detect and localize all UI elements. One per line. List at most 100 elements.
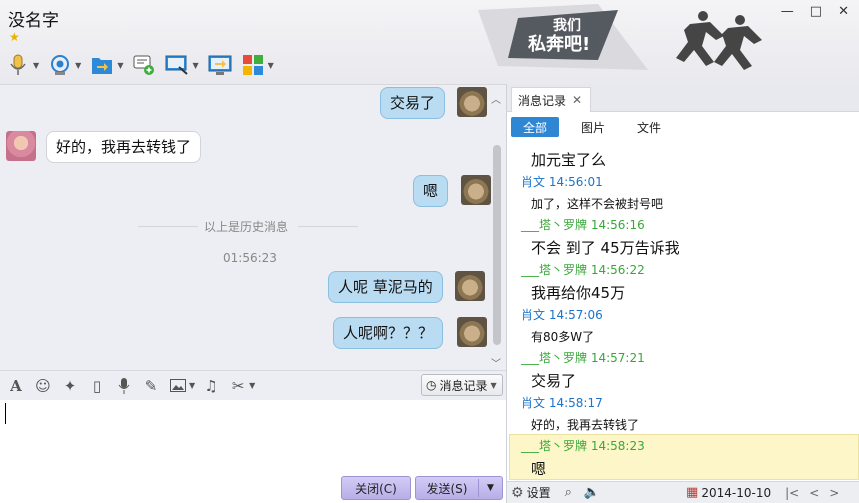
message-bubble: 人呢 草泥马的 (328, 271, 443, 303)
history-sender: ___塔丶罗牌 14:56:16 (521, 218, 645, 232)
close-tab-icon[interactable]: ✕ (572, 93, 582, 107)
history-footer: ⚙ 设置 ⌕ 🔈 ▦ 2014-10-10 |< < > (507, 481, 859, 503)
history-date: 2014-10-10 (701, 485, 772, 500)
history-message: 加了，这样不会被封号吧 (531, 197, 664, 211)
history-message: 交易了 (531, 372, 577, 390)
chevron-down-icon[interactable]: ▼ (249, 381, 255, 390)
calendar-icon: ▦ (686, 485, 699, 500)
chevron-down-icon[interactable]: ▼ (189, 381, 195, 390)
history-filters: 全部 图片 文件 (507, 112, 859, 144)
settings-label: 设置 (526, 486, 551, 500)
voice-icon[interactable] (113, 375, 135, 397)
history-sender: 肖文 14:58:17 (521, 396, 603, 410)
date-picker[interactable]: ▦ 2014-10-10 (686, 485, 771, 500)
settings-button[interactable]: ⚙ 设置 (511, 484, 551, 501)
screen-share-button[interactable]: ▼ (165, 52, 199, 78)
chevron-down-icon: ▼ (490, 380, 497, 390)
close-button[interactable]: 关闭(C) (341, 476, 411, 500)
history-message: 加元宝了么 (531, 151, 607, 169)
music-icon[interactable]: ♫ (200, 375, 222, 397)
avatar[interactable] (457, 87, 488, 117)
avatar[interactable] (6, 131, 36, 161)
first-page-icon[interactable]: |< (785, 486, 799, 500)
message-row: 好的，我再去转钱了 (6, 131, 202, 163)
close-window-button[interactable]: ✕ (838, 4, 849, 19)
window-controls: — □ ✕ (781, 4, 849, 19)
speaker-icon[interactable]: 🔈 (584, 485, 600, 500)
message-bubble: 交易了 (380, 87, 446, 119)
main-toolbar: ▼ ▼ ▼ ▼ ▼ (6, 52, 274, 78)
history-sender: ___塔丶罗牌 14:56:22 (521, 263, 645, 277)
apps-button[interactable]: ▼ (241, 52, 274, 78)
history-message: 嗯 (531, 460, 547, 478)
remote-desktop-icon (208, 53, 232, 77)
edit-icon[interactable]: ✎ (140, 375, 162, 397)
webcam-icon (48, 53, 72, 77)
minimize-button[interactable]: — (781, 4, 794, 19)
chevron-down-icon[interactable]: ▼ (117, 61, 123, 70)
avatar[interactable] (461, 175, 492, 205)
chevron-down-icon[interactable]: ▼ (268, 61, 274, 70)
scroll-up-icon[interactable]: ︿ (491, 91, 501, 106)
prev-page-icon[interactable]: < (809, 486, 819, 500)
history-tab-bar: 消息记录 ✕ (507, 84, 859, 112)
history-sender: 肖文 14:57:06 (521, 308, 603, 322)
message-bubble: 人呢啊？？？ (333, 317, 444, 349)
chat-scrollbar[interactable] (493, 145, 501, 345)
title-bar: 没名字 ★ 我们 私奔吧! — □ ✕ ▼ ▼ ▼ ▼ ▼ (0, 0, 859, 84)
file-transfer-button[interactable]: ▼ (90, 52, 123, 78)
message-bubble: 嗯 (413, 175, 449, 207)
scissors-icon[interactable]: ✂ (227, 375, 249, 397)
image-icon[interactable] (167, 375, 189, 397)
message-add-icon (132, 53, 156, 77)
remote-desktop-button[interactable] (208, 52, 232, 78)
clock-icon: ◷ (426, 378, 437, 392)
shake-icon[interactable]: ▯ (86, 375, 108, 397)
folder-transfer-icon (90, 53, 114, 77)
maximize-button[interactable]: □ (810, 4, 822, 19)
message-history-label: 消息记录 (439, 378, 488, 393)
filter-images[interactable]: 图片 (573, 117, 613, 137)
message-add-button[interactable] (132, 52, 156, 78)
history-list[interactable]: 加元宝了么 肖文 14:56:01 加了，这样不会被封号吧 ___塔丶罗牌 14… (507, 144, 859, 480)
history-divider-label: 以上是历史消息 (204, 220, 289, 234)
next-page-icon[interactable]: > (829, 486, 839, 500)
microphone-button[interactable]: ▼ (6, 52, 39, 78)
scroll-down-icon[interactable]: ﹀ (491, 355, 501, 370)
tab-message-history[interactable]: 消息记录 ✕ (511, 87, 591, 112)
webcam-button[interactable]: ▼ (48, 52, 81, 78)
chevron-down-icon[interactable]: ▼ (192, 61, 198, 70)
history-message: 我再给你45万 (531, 284, 626, 302)
history-sender: 肖文 14:56:01 (521, 175, 603, 189)
banner-image: 我们 私奔吧! (478, 4, 762, 70)
message-history-button[interactable]: ◷ 消息记录 ▼ (421, 374, 503, 396)
emoji-icon[interactable]: ☺ (32, 375, 54, 397)
avatar[interactable] (457, 317, 488, 347)
window-title: 没名字 (8, 11, 59, 31)
history-panel: 消息记录 ✕ 全部 图片 文件 加元宝了么 肖文 14:56:01 加了，这样不… (506, 84, 859, 503)
filter-files[interactable]: 文件 (629, 117, 669, 137)
history-sender: ___塔丶罗牌 14:57:21 (521, 351, 645, 365)
magic-icon[interactable]: ✦ (59, 375, 81, 397)
send-label: 发送(S) (426, 481, 468, 496)
send-options-icon[interactable]: ▼ (479, 483, 502, 493)
message-row: 人呢啊？？？ (333, 317, 488, 349)
text-cursor (5, 403, 6, 424)
star-icon: ★ (9, 30, 20, 44)
message-row: 嗯 (413, 175, 492, 207)
chevron-down-icon[interactable]: ▼ (75, 61, 81, 70)
chevron-down-icon[interactable]: ▼ (33, 61, 39, 70)
send-button[interactable]: 发送(S) ▼ (415, 476, 503, 500)
font-icon[interactable]: A (5, 375, 27, 397)
history-sender: ___塔丶罗牌 14:58:23 (521, 439, 645, 453)
avatar[interactable] (454, 271, 485, 301)
chat-history[interactable]: ︿ ﹀ 交易了 好的，我再去转钱了 嗯 以上是历史消息 01:56:23 人呢 … (0, 84, 506, 370)
divider (298, 226, 358, 227)
history-message: 好的，我再去转钱了 (531, 418, 640, 432)
history-message: 不会 到了 45万告诉我 (531, 239, 680, 257)
banner-text-2: 私奔吧! (528, 33, 590, 55)
message-bubble: 好的，我再去转钱了 (46, 131, 202, 163)
message-row: 人呢 草泥马的 (328, 271, 485, 303)
search-icon[interactable]: ⌕ (565, 485, 572, 500)
filter-all[interactable]: 全部 (511, 117, 559, 137)
